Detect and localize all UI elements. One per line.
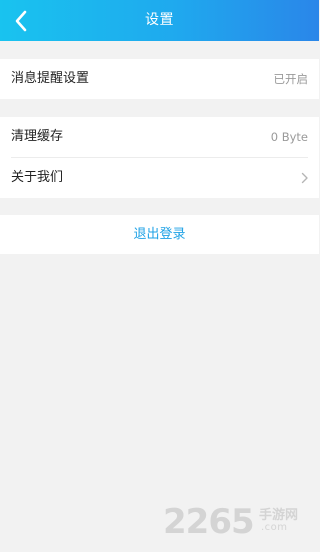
- header-bar: 设置: [0, 0, 319, 41]
- watermark-text: 手游网: [259, 508, 299, 523]
- notification-status-value: 已开启: [273, 72, 309, 86]
- page-title: 设置: [145, 12, 174, 28]
- logout-button[interactable]: 退出登录: [0, 215, 319, 254]
- notification-group: 消息提醒设置 已开启: [0, 59, 319, 99]
- clear-cache-label: 清理缓存: [11, 129, 64, 144]
- site-watermark: 2265 手游网 .com: [163, 502, 313, 542]
- clear-cache-row[interactable]: 清理缓存 0 Byte: [0, 117, 319, 157]
- notification-settings-label: 消息提醒设置: [11, 71, 90, 86]
- notification-settings-row[interactable]: 消息提醒设置 已开启: [0, 59, 319, 99]
- watermark-digits: 2265: [163, 502, 255, 542]
- about-us-row[interactable]: 关于我们: [0, 158, 319, 198]
- watermark-sub: .com: [261, 522, 288, 533]
- storage-group: 清理缓存 0 Byte 关于我们: [0, 117, 319, 198]
- chevron-right-icon: [301, 172, 308, 184]
- cache-size-value: 0 Byte: [270, 130, 308, 144]
- about-us-label: 关于我们: [11, 170, 64, 185]
